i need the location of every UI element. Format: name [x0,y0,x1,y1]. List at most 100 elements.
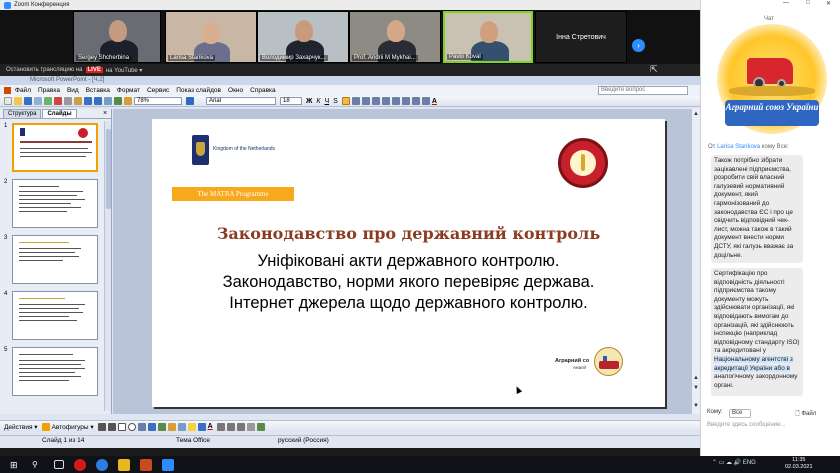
bold-button[interactable]: Ж [306,98,312,105]
bullets-icon[interactable] [381,97,390,105]
3d-style-icon[interactable] [256,422,265,431]
align-right-icon[interactable] [361,97,370,105]
stop-stream-button[interactable]: Остановить трансляцию на [6,67,83,73]
thumbnail-row[interactable]: 4 [0,289,104,345]
autoshapes-menu[interactable]: Автофигуры ▾ [52,423,94,431]
wordart-icon[interactable] [147,422,156,431]
chat-message-input[interactable]: Введите здесь сообщение... [707,422,835,432]
menu-view[interactable]: Вид [67,87,79,94]
skype-icon[interactable] [96,458,108,471]
participant-tile[interactable]: Інна Стретович [535,11,627,63]
thumbnails-scrollbar[interactable] [104,121,111,411]
textbox-icon[interactable] [137,422,146,431]
insert-picture-icon[interactable] [124,97,132,105]
menu-format[interactable]: Формат [117,87,140,94]
menu-insert[interactable]: Вставка [86,87,110,94]
thumbnail-row[interactable]: 1 [0,121,104,177]
numbering-icon[interactable] [371,97,380,105]
draw-font-color-button[interactable]: A [208,423,213,430]
italic-button[interactable]: К [316,98,320,105]
scroll-up-icon[interactable]: ▲ [693,111,699,117]
search-icon[interactable]: ⚲ [32,459,44,471]
task-view-icon[interactable] [54,460,64,469]
participant-tile[interactable]: Larisa Starikova [165,11,257,63]
close-icon[interactable]: ✕ [826,0,831,7]
next-slide-icon[interactable]: ▼ [693,385,699,391]
help-icon[interactable] [186,97,194,105]
rectangle-icon[interactable] [117,422,126,431]
menu-slideshow[interactable]: Показ слайдов [176,87,221,94]
youtube-dropdown[interactable]: на YouTube ▾ [106,67,143,74]
open-icon[interactable] [14,97,22,105]
diagram-icon[interactable] [157,422,166,431]
underline-button[interactable]: Ч [324,98,329,105]
copy-icon[interactable] [64,97,72,105]
align-center-icon[interactable] [351,97,360,105]
thumbnail-row[interactable]: 3 [0,233,104,289]
redo-icon[interactable] [94,97,102,105]
font-color-button[interactable]: A [432,98,437,105]
arrow-style-icon[interactable] [236,422,245,431]
slide-thumbnail-selected[interactable] [12,123,98,172]
clipart-icon[interactable] [167,422,176,431]
line-icon[interactable] [97,422,106,431]
clock[interactable]: 11:35 02.03.2021 [785,457,813,471]
slide-thumbnail[interactable] [12,235,98,284]
increase-indent-icon[interactable] [421,97,430,105]
paste-icon[interactable] [74,97,82,105]
insert-chart-icon[interactable] [104,97,112,105]
save-icon[interactable] [24,97,32,105]
increase-font-icon[interactable] [391,97,400,105]
undo-icon[interactable] [84,97,92,105]
decrease-font-icon[interactable] [401,97,410,105]
close-icon[interactable]: × [103,110,107,117]
shadow-button[interactable]: S [333,98,338,105]
print-icon[interactable] [34,97,42,105]
decrease-indent-icon[interactable] [411,97,420,105]
menu-help[interactable]: Справка [250,87,276,94]
tray-language[interactable]: ENG [743,460,756,466]
slide-bullet[interactable]: Інтернет джерела щодо державного контрол… [152,294,665,313]
zoom-select[interactable]: 78% [134,97,182,105]
maximize-icon[interactable]: □ [806,0,810,6]
tab-slides[interactable]: Слайды [42,109,77,118]
font-name-select[interactable]: Arial [206,97,276,105]
participant-tile-active[interactable]: Pavlo Koval [443,11,533,63]
spellcheck-icon[interactable] [44,97,52,105]
line-style-icon[interactable] [216,422,225,431]
slide-thumbnail[interactable] [12,179,98,228]
start-icon[interactable]: ⊞ [10,459,22,471]
opera-icon[interactable] [74,458,86,471]
zoom-taskbar-icon[interactable] [162,458,174,471]
slide-canvas[interactable]: Kingdom of the Netherlands The MATRA Pro… [152,119,665,407]
participant-tile[interactable]: Володимир Захарчук... [257,11,349,63]
new-icon[interactable] [4,97,12,105]
help-search-input[interactable]: Введите вопрос [598,86,688,95]
thumbnail-row[interactable]: 5 [0,345,104,401]
insert-table-icon[interactable] [114,97,122,105]
folder-icon[interactable] [118,458,130,471]
select-pointer-icon[interactable] [41,422,50,431]
sender-name[interactable]: Larisa Starikova [717,144,760,150]
recipient-select[interactable]: Все [729,409,751,418]
slide-bullet[interactable]: Уніфіковані акти державного контролю. [152,252,665,271]
line-color-icon[interactable] [197,422,206,431]
align-left-icon[interactable] [341,97,350,105]
participant-tile[interactable]: Prof. Andrii M Mykhai... [349,11,441,63]
shadow-style-icon[interactable] [246,422,255,431]
menu-file[interactable]: Файл [15,87,31,94]
slide-bullet[interactable]: Законодавство, норми якого перевіряє дер… [152,273,665,292]
font-size-select[interactable]: 18 [280,97,302,105]
powerpoint-taskbar-icon[interactable] [140,458,152,471]
prev-slide-icon[interactable]: ▲ [693,375,699,381]
menu-window[interactable]: Окно [228,87,243,94]
menu-edit[interactable]: Правка [38,87,60,94]
draw-actions-menu[interactable]: Действия ▾ [4,423,38,431]
menu-tools[interactable]: Сервис [147,87,169,94]
thumbnail-row[interactable]: 2 [0,177,104,233]
arrow-icon[interactable] [107,422,116,431]
slide-thumbnail[interactable] [12,291,98,340]
file-button[interactable]: 🗋 Файл [795,409,816,419]
cut-icon[interactable] [54,97,62,105]
scroll-down-icon[interactable]: ▼ [693,403,699,409]
